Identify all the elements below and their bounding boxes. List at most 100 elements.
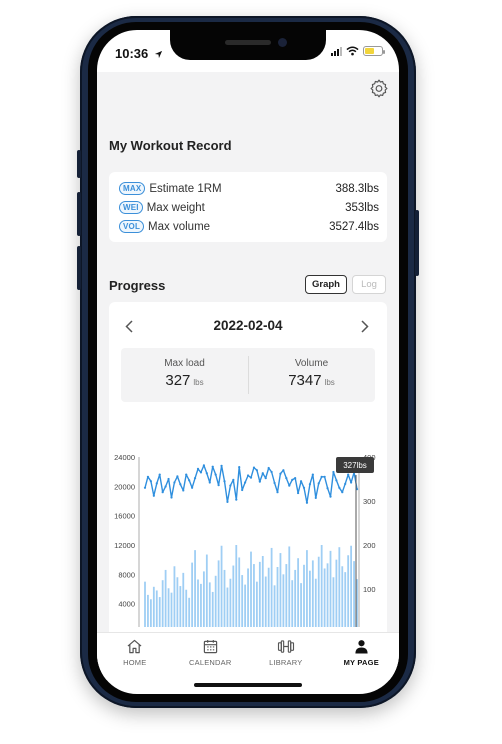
settings-gear-icon[interactable] (369, 78, 389, 98)
home-indicator (194, 683, 302, 687)
volume-bar (188, 597, 191, 627)
tab-my-page-label: MY PAGE (343, 658, 379, 667)
tab-home[interactable]: HOME (97, 633, 173, 680)
volume-bar (220, 545, 223, 627)
record-label: Max volume (148, 220, 211, 233)
tab-library[interactable]: LIBRARY (248, 633, 324, 680)
max-load-point (332, 470, 335, 474)
progress-chart[interactable]: 2400020000160001200080004000040030020010… (109, 302, 387, 627)
max-load-point (235, 498, 238, 501)
tab-calendar[interactable]: CALENDAR (173, 633, 249, 680)
location-arrow-icon (154, 50, 162, 59)
max-load-point (279, 472, 282, 475)
volume-bar (238, 557, 241, 627)
max-load-point (211, 465, 214, 468)
volume-bar (185, 589, 188, 627)
max-load-point (164, 485, 167, 488)
volume-bar (164, 569, 167, 627)
volume-bar (235, 545, 238, 627)
max-load-point (320, 475, 323, 478)
volume-bar (149, 599, 152, 627)
log-toggle-button[interactable]: Log (352, 275, 386, 294)
record-value: 3527.4lbs (329, 220, 379, 233)
status-time: 10:36 (115, 46, 163, 61)
volume-bar (323, 568, 326, 627)
max-load-point (302, 486, 306, 489)
volume-bar (294, 569, 297, 627)
front-camera (278, 38, 287, 47)
volume-bar (341, 566, 344, 627)
tab-my-page[interactable]: MY PAGE (324, 633, 400, 680)
max-load-point (285, 477, 288, 480)
max-load-point (241, 488, 244, 492)
max-load-point (170, 496, 173, 499)
max-load-point (161, 491, 164, 494)
volume-bar (167, 588, 170, 627)
max-load-point (350, 481, 353, 484)
volume-bar (223, 569, 226, 627)
max-load-point (282, 469, 285, 472)
max-load-point (179, 483, 182, 486)
progress-card: 2022-02-04 Max load 327 lbs Volume 7347 lb… (109, 302, 387, 642)
phone-power-button (415, 210, 419, 276)
max-load-point (244, 481, 247, 484)
max-load-point (149, 480, 152, 483)
calendar-icon (203, 639, 217, 654)
phone-screen: 10:36 My Workout Record MAX Estimate 1RM… (97, 30, 399, 694)
max-load-point (208, 481, 211, 484)
max-load-point (255, 469, 258, 472)
max-load-point (291, 478, 294, 481)
left-axis-tick-label: 20000 (114, 482, 135, 491)
volume-bar (158, 597, 161, 627)
tab-calendar-label: CALENDAR (189, 658, 232, 667)
max-load-point (264, 477, 267, 480)
max-load-point (191, 486, 194, 489)
max-load-point (238, 466, 241, 469)
volume-bar (285, 564, 288, 627)
max-load-point (143, 486, 147, 489)
record-row-max-volume: VOL Max volume 3527.4lbs (119, 218, 379, 235)
bottom-tab-bar: HOME CALENDAR LIBRARY MY PAGE (97, 632, 399, 680)
max-load-point (205, 472, 208, 475)
tooltip-value: 327lbs (343, 461, 367, 470)
volume-bar (253, 564, 255, 627)
max-load-point (252, 466, 256, 469)
graph-toggle-button[interactable]: Graph (305, 275, 347, 294)
max-load-point (196, 467, 200, 470)
left-axis-tick-label: 12000 (114, 541, 135, 550)
max-load-point (167, 477, 170, 481)
tab-library-label: LIBRARY (269, 658, 303, 667)
vol-badge: VOL (119, 220, 145, 233)
volume-bar (147, 594, 149, 627)
record-row-estimate-1rm: MAX Estimate 1RM 388.3lbs (119, 180, 379, 197)
max-load-point (188, 479, 191, 482)
wifi-icon (346, 46, 359, 56)
max-load-point (267, 466, 270, 470)
max-load-point (226, 500, 229, 503)
max-load-point (217, 484, 220, 487)
left-axis-tick-label: 4000 (118, 600, 135, 609)
max-load-point (146, 475, 150, 478)
volume-bar (326, 563, 329, 627)
max-load-point (202, 464, 205, 467)
max-load-point (311, 473, 314, 476)
max-load-point (223, 480, 226, 483)
volume-bar (300, 583, 302, 627)
volume-bar (173, 566, 176, 627)
phone-volume-up-button (77, 192, 81, 236)
volume-bar (205, 554, 208, 627)
volume-bar (317, 556, 320, 627)
max-load-point (158, 473, 161, 476)
volume-bar (270, 547, 273, 627)
volume-bar (282, 574, 285, 627)
volume-bar (197, 579, 199, 627)
volume-bar (314, 578, 317, 627)
volume-bar (288, 546, 291, 627)
my-page-content: My Workout Record MAX Estimate 1RM 388.3… (97, 72, 399, 642)
volume-bar (291, 580, 294, 627)
max-load-point (288, 484, 291, 487)
volume-bar (191, 562, 194, 627)
max-load-point (299, 480, 303, 483)
max-load-point (173, 481, 176, 484)
max-load-point (335, 479, 338, 482)
